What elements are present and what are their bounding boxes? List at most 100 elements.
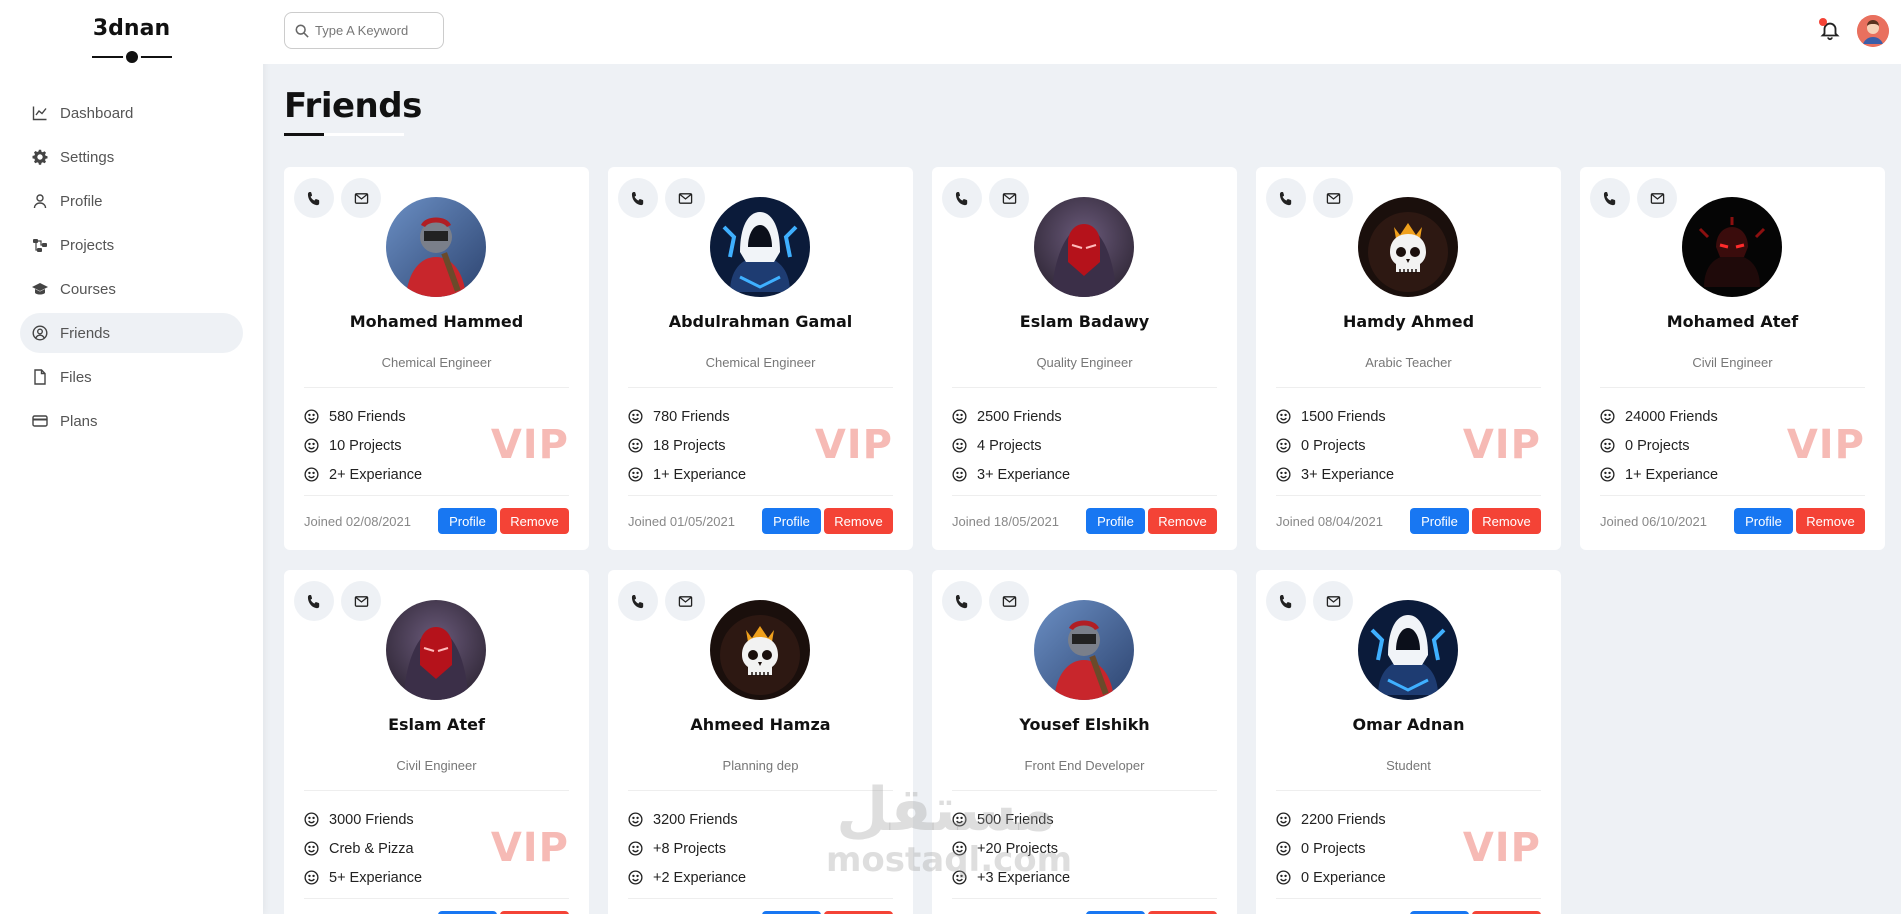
profile-button[interactable]: Profile [1086, 508, 1145, 534]
friend-stat-text: 3+ Experiance [977, 466, 1071, 483]
friend-stat: 0 Projects [1276, 431, 1394, 460]
phone-icon [955, 191, 967, 205]
smile-icon [1276, 467, 1291, 482]
remove-button[interactable]: Remove [1148, 508, 1217, 534]
divider [1276, 495, 1541, 496]
friend-avatar [1034, 600, 1134, 700]
joined-date: Joined 01/05/2021 [628, 514, 735, 529]
divider [952, 790, 1217, 791]
sidebar-item-label: Profile [60, 192, 103, 210]
email-button[interactable] [989, 178, 1029, 218]
mail-icon [1326, 595, 1340, 607]
remove-button[interactable]: Remove [1472, 508, 1541, 534]
smile-icon [628, 467, 643, 482]
search-box[interactable] [284, 12, 444, 49]
sidebar-item-plans[interactable]: Plans [20, 401, 243, 441]
smile-icon [628, 409, 643, 424]
sidebar-item-files[interactable]: Files [20, 357, 243, 397]
search-input[interactable] [315, 23, 435, 38]
divider [952, 495, 1217, 496]
profile-button[interactable]: Profile [1410, 508, 1469, 534]
divider [628, 387, 893, 388]
call-button[interactable] [1590, 178, 1630, 218]
vip-badge: VIP [1786, 422, 1865, 468]
friend-stats: 580 Friends 10 Projects 2+ Experiance [304, 402, 422, 489]
friend-role: Chemical Engineer [381, 355, 492, 370]
credit-card-icon [32, 413, 48, 429]
call-button[interactable] [618, 178, 658, 218]
sidebar-item-label: Dashboard [60, 104, 134, 122]
remove-button[interactable]: Remove [1796, 508, 1865, 534]
sidebar-item-projects[interactable]: Projects [20, 225, 243, 265]
friend-avatar [386, 197, 486, 297]
sidebar-item-profile[interactable]: Profile [20, 181, 243, 221]
divider [952, 387, 1217, 388]
gear-icon [32, 149, 48, 165]
friend-card: Hamdy Ahmed Arabic Teacher 1500 Friends 0 P… [1256, 167, 1561, 550]
call-button[interactable] [1266, 178, 1306, 218]
smile-icon [628, 841, 643, 856]
friend-stat-text: 1500 Friends [1301, 408, 1386, 425]
search-icon [295, 24, 309, 38]
friend-role: Chemical Engineer [705, 355, 816, 370]
friend-card: Yousef Elshikh Front End Developer 500 Fri… [932, 570, 1237, 914]
friend-stat-text: 4 Projects [977, 437, 1042, 454]
email-button[interactable] [1313, 178, 1353, 218]
email-button[interactable] [989, 581, 1029, 621]
call-button[interactable] [942, 178, 982, 218]
friend-card: Abdulrahman Gamal Chemical Engineer 780 Fr… [608, 167, 913, 550]
email-button[interactable] [1637, 178, 1677, 218]
friend-card: Eslam Atef Civil Engineer 3000 Friends Creb… [284, 570, 589, 914]
friend-stat: +20 Projects [952, 834, 1070, 863]
sidebar: 3dnan Dashboard Settings Profile Project… [0, 0, 263, 914]
sidebar-item-label: Courses [60, 280, 116, 298]
vip-badge: VIP [814, 422, 893, 468]
remove-button[interactable]: Remove [500, 508, 569, 534]
friend-stat: 1+ Experiance [628, 460, 746, 489]
divider [628, 898, 893, 899]
call-button[interactable] [942, 581, 982, 621]
avatar[interactable] [1857, 15, 1889, 47]
call-button[interactable] [294, 581, 334, 621]
email-button[interactable] [665, 581, 705, 621]
sidebar-item-courses[interactable]: Courses [20, 269, 243, 309]
call-button[interactable] [1266, 581, 1306, 621]
friend-stats: 780 Friends 18 Projects 1+ Experiance [628, 402, 746, 489]
divider [1276, 387, 1541, 388]
mail-icon [678, 192, 692, 204]
friend-card: Eslam Badawy Quality Engineer 2500 Friends… [932, 167, 1237, 550]
title-underline [284, 133, 404, 136]
friend-stat: +8 Projects [628, 834, 746, 863]
friend-stat-text: 3000 Friends [329, 811, 414, 828]
profile-button[interactable]: Profile [1734, 508, 1793, 534]
vip-badge: VIP [1462, 825, 1541, 871]
smile-icon [1276, 409, 1291, 424]
call-button[interactable] [618, 581, 658, 621]
friend-stat-text: +8 Projects [653, 840, 726, 857]
divider [628, 790, 893, 791]
sidebar-item-label: Projects [60, 236, 115, 254]
smile-icon [1600, 467, 1615, 482]
email-button[interactable] [1313, 581, 1353, 621]
email-button[interactable] [341, 178, 381, 218]
remove-button[interactable]: Remove [824, 508, 893, 534]
notification-button[interactable] [1819, 18, 1841, 41]
friend-stat: 580 Friends [304, 402, 422, 431]
friend-stats: 3000 Friends Creb & Pizza 5+ Experiance [304, 805, 422, 892]
mail-icon [1002, 595, 1016, 607]
sidebar-item-dashboard[interactable]: Dashboard [20, 93, 243, 133]
profile-button[interactable]: Profile [762, 508, 821, 534]
profile-button[interactable]: Profile [438, 508, 497, 534]
email-button[interactable] [341, 581, 381, 621]
chart-line-icon [32, 105, 48, 121]
friend-stats: 2500 Friends 4 Projects 3+ Experiance [952, 402, 1070, 489]
brand-logo[interactable]: 3dnan [0, 0, 263, 41]
friend-stat: 4 Projects [952, 431, 1070, 460]
sidebar-item-settings[interactable]: Settings [20, 137, 243, 177]
email-button[interactable] [665, 178, 705, 218]
sidebar-item-friends[interactable]: Friends [20, 313, 243, 353]
friend-stat-text: 1+ Experiance [1625, 466, 1719, 483]
smile-icon [628, 812, 643, 827]
call-button[interactable] [294, 178, 334, 218]
friend-name: Mohamed Atef [1666, 312, 1799, 331]
